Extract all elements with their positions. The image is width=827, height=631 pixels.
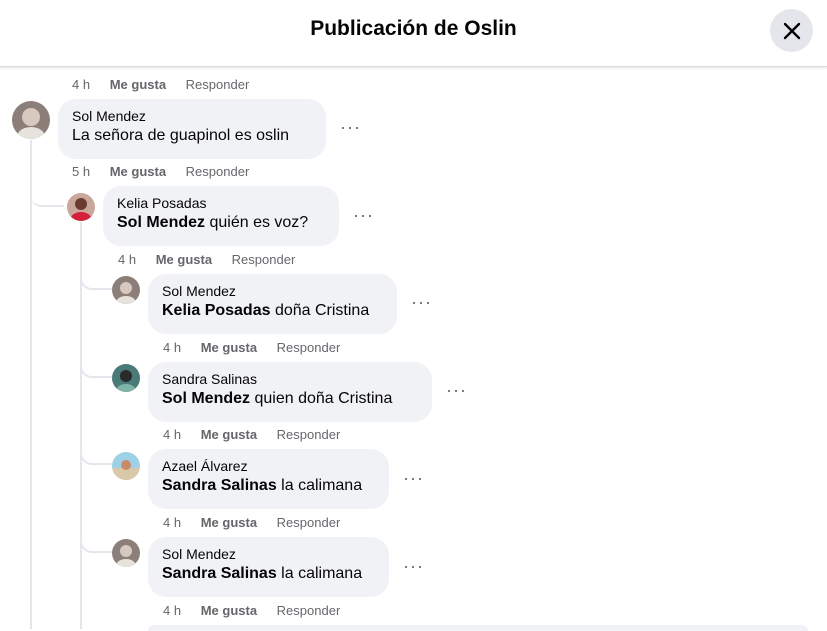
comment-author[interactable]: Sandra Salinas xyxy=(162,370,418,388)
like-button[interactable]: Me gusta xyxy=(110,164,166,179)
comment-text: Sandra Salinas la calimana xyxy=(162,477,363,494)
mention-link[interactable]: Sandra Salinas xyxy=(162,477,277,494)
like-button[interactable]: Me gusta xyxy=(110,77,166,92)
thread-connector xyxy=(80,358,112,378)
comment-bubble: Sol Mendez Sandra Salinas la calimana xyxy=(148,537,389,597)
avatar[interactable] xyxy=(112,539,140,567)
thread-connector xyxy=(80,533,112,553)
mention-link[interactable]: Sol Mendez xyxy=(117,214,205,231)
comment-author[interactable]: Sol Mendez xyxy=(162,545,375,563)
comment-actions: 4 h Me gusta Responder xyxy=(163,603,356,618)
comment-author[interactable]: Sol Mendez xyxy=(72,107,312,125)
comment-bubble-partial xyxy=(148,625,808,631)
reply-button[interactable]: Responder xyxy=(277,427,341,442)
thread-line-main xyxy=(30,140,32,629)
like-button[interactable]: Me gusta xyxy=(201,603,257,618)
thread-connector xyxy=(80,270,112,290)
comment-bubble: Azael Álvarez Sandra Salinas la calimana xyxy=(148,449,389,509)
like-button[interactable]: Me gusta xyxy=(201,427,257,442)
comment-text: La señora de guapinol es oslin xyxy=(72,127,290,144)
comment-author[interactable]: Kelia Posadas xyxy=(117,194,325,212)
comment-time: 4 h xyxy=(163,515,182,530)
comment-bubble: Kelia Posadas Sol Mendez quién es voz? xyxy=(103,186,339,246)
comment-author[interactable]: Sol Mendez xyxy=(162,282,383,300)
comment-text: Sol Mendez quien doña Cristina xyxy=(162,390,393,407)
avatar[interactable] xyxy=(112,452,140,480)
comment-actions: 4 h Me gusta Responder xyxy=(118,252,311,267)
comment-actions: 4 h Me gusta Responder xyxy=(72,77,265,92)
close-button[interactable] xyxy=(770,9,813,52)
comment-bubble: Sandra Salinas Sol Mendez quien doña Cri… xyxy=(148,362,432,422)
reply-button[interactable]: Responder xyxy=(186,164,250,179)
reply-button[interactable]: Responder xyxy=(277,340,341,355)
like-button[interactable]: Me gusta xyxy=(156,252,212,267)
avatar[interactable] xyxy=(67,193,95,221)
mention-link[interactable]: Kelia Posadas xyxy=(162,302,271,319)
avatar[interactable] xyxy=(112,276,140,304)
mention-link[interactable]: Sol Mendez xyxy=(162,390,250,407)
close-icon xyxy=(783,22,800,39)
reply-button[interactable]: Responder xyxy=(186,77,250,92)
comment-text: Kelia Posadas doña Cristina xyxy=(162,302,370,319)
thread-connector xyxy=(30,187,64,207)
mention-link[interactable]: Sandra Salinas xyxy=(162,565,277,582)
comment-actions: 5 h Me gusta Responder xyxy=(72,164,265,179)
reply-button[interactable]: Responder xyxy=(277,603,341,618)
like-button[interactable]: Me gusta xyxy=(201,340,257,355)
comment-text: Sol Mendez quién es voz? xyxy=(117,214,309,231)
comment-time: 4 h xyxy=(163,427,182,442)
comment-actions: 4 h Me gusta Responder xyxy=(163,340,356,355)
more-options-icon[interactable]: ··· xyxy=(403,557,424,575)
avatar[interactable] xyxy=(12,101,50,139)
like-button[interactable]: Me gusta xyxy=(201,515,257,530)
reply-button[interactable]: Responder xyxy=(277,515,341,530)
avatar[interactable] xyxy=(112,364,140,392)
comment-author[interactable]: Azael Álvarez xyxy=(162,457,375,475)
reply-button[interactable]: Responder xyxy=(232,252,296,267)
comment-time: 4 h xyxy=(163,603,182,618)
comment-time: 4 h xyxy=(163,340,182,355)
more-options-icon[interactable]: ··· xyxy=(411,293,432,311)
more-options-icon[interactable]: ··· xyxy=(403,469,424,487)
post-title: Publicación de Oslin xyxy=(310,17,517,40)
more-options-icon[interactable]: ··· xyxy=(446,381,467,399)
thread-connector xyxy=(80,445,112,465)
post-header: Publicación de Oslin xyxy=(0,0,827,67)
comment-time: 4 h xyxy=(72,77,91,92)
more-options-icon[interactable]: ··· xyxy=(340,118,361,136)
more-options-icon[interactable]: ··· xyxy=(353,206,374,224)
comment-text: Sandra Salinas la calimana xyxy=(162,565,363,582)
comment-bubble: Sol Mendez La señora de guapinol es osli… xyxy=(58,99,326,159)
comment-time: 5 h xyxy=(72,164,91,179)
comment-bubble: Sol Mendez Kelia Posadas doña Cristina xyxy=(148,274,397,334)
comment-actions: 4 h Me gusta Responder xyxy=(163,427,356,442)
comment-time: 4 h xyxy=(118,252,137,267)
comment-actions: 4 h Me gusta Responder xyxy=(163,515,356,530)
